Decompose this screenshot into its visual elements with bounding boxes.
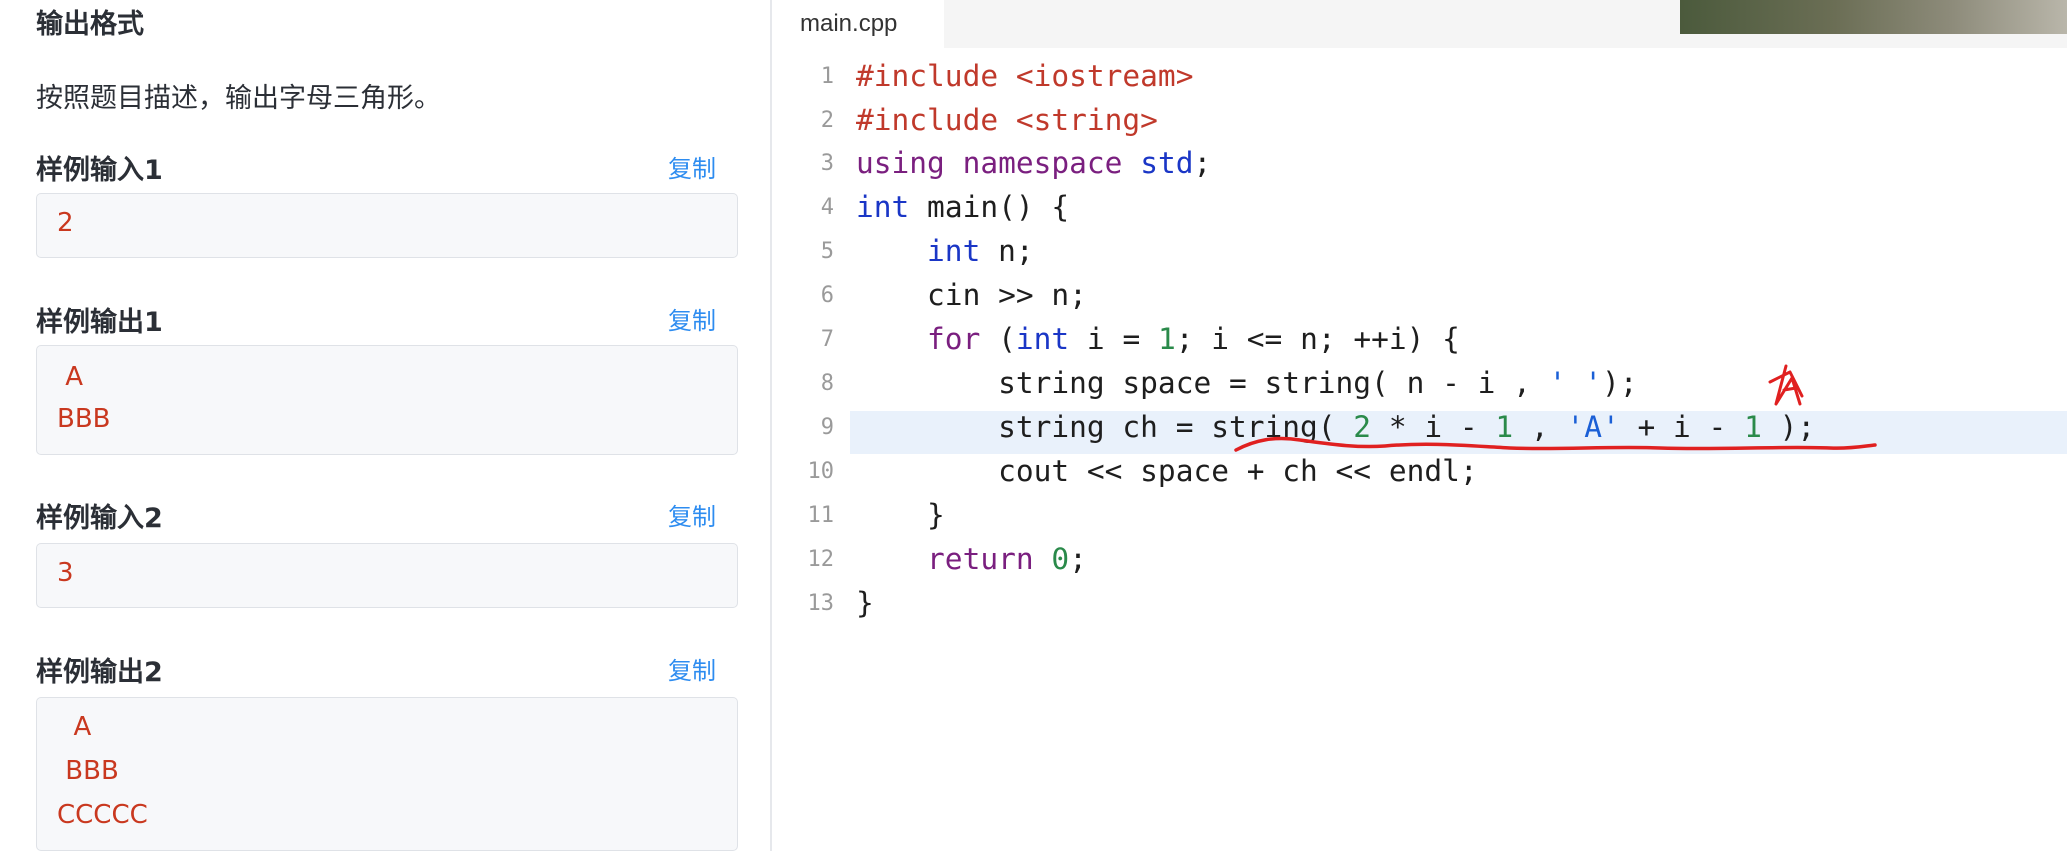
output-format-desc: 按照题目描述，输出字母三角形。 — [36, 83, 441, 114]
code-line[interactable]: #include <iostream> — [856, 59, 1193, 93]
sample-line: BBB — [57, 756, 119, 786]
line-number: 13 — [807, 591, 835, 616]
code-line[interactable]: cin >> n; — [856, 278, 1087, 312]
code-line[interactable]: cout << space + ch << endl; — [856, 454, 1478, 488]
line-number: 10 — [807, 459, 835, 484]
sample-input-2-title: 样例输入2 — [36, 503, 163, 534]
sample-line: CCCCC — [57, 800, 148, 830]
code-line[interactable]: } — [856, 586, 874, 620]
line-number: 3 — [820, 151, 834, 176]
copy-sample-output-2-button[interactable]: 复制 — [668, 651, 716, 686]
code-line[interactable]: for (int i = 1; i <= n; ++i) { — [856, 322, 1460, 356]
code-line[interactable]: using namespace std; — [856, 146, 1211, 180]
sample-line: A — [57, 362, 84, 392]
line-number: 7 — [820, 327, 834, 352]
line-number: 1 — [820, 64, 834, 89]
problem-panel: 输出格式 按照题目描述，输出字母三角形。 样例输入1 复制 2 样例输出1 复制… — [0, 0, 770, 851]
output-format-title: 输出格式 — [36, 9, 144, 40]
sample-input-1-title: 样例输入1 — [36, 155, 163, 186]
code-line[interactable]: #include <string> — [856, 103, 1158, 137]
sample-output-2-title: 样例输出2 — [36, 657, 163, 688]
sample-line: 2 — [57, 208, 74, 238]
webcam-overlay — [1680, 0, 2067, 34]
code-line[interactable]: string space = string( n - i , ' '); — [856, 366, 1637, 400]
code-line[interactable]: string ch = string( 2 * i - 1 , 'A' + i … — [856, 410, 1815, 444]
line-number: 8 — [820, 371, 834, 396]
sample-line: BBB — [57, 404, 111, 434]
sample-output-1-box: A BBB — [36, 345, 738, 455]
sample-input-1-box: 2 — [36, 193, 738, 258]
code-line[interactable]: } — [856, 498, 945, 532]
sample-output-2-box: A BBB CCCCC — [36, 697, 738, 851]
code-line[interactable]: int main() { — [856, 190, 1069, 224]
copy-sample-output-1-button[interactable]: 复制 — [668, 301, 716, 336]
copy-sample-input-2-button[interactable]: 复制 — [668, 497, 716, 532]
tab-main-cpp-label: main.cpp — [800, 10, 898, 37]
line-number: 12 — [807, 547, 835, 572]
line-number: 11 — [807, 503, 835, 528]
sample-line: A — [57, 712, 92, 742]
sample-input-2-box: 3 — [36, 543, 738, 608]
line-number: 4 — [820, 195, 834, 220]
sample-output-1-title: 样例输出1 — [36, 307, 163, 338]
line-number: 9 — [820, 415, 834, 440]
copy-sample-input-1-button[interactable]: 复制 — [668, 149, 716, 184]
code-line[interactable]: return 0; — [856, 542, 1087, 576]
line-number: 2 — [820, 108, 834, 133]
line-number: 5 — [820, 239, 834, 264]
sample-line: 3 — [57, 558, 74, 588]
code-line[interactable]: int n; — [856, 234, 1034, 268]
line-number: 6 — [820, 283, 834, 308]
